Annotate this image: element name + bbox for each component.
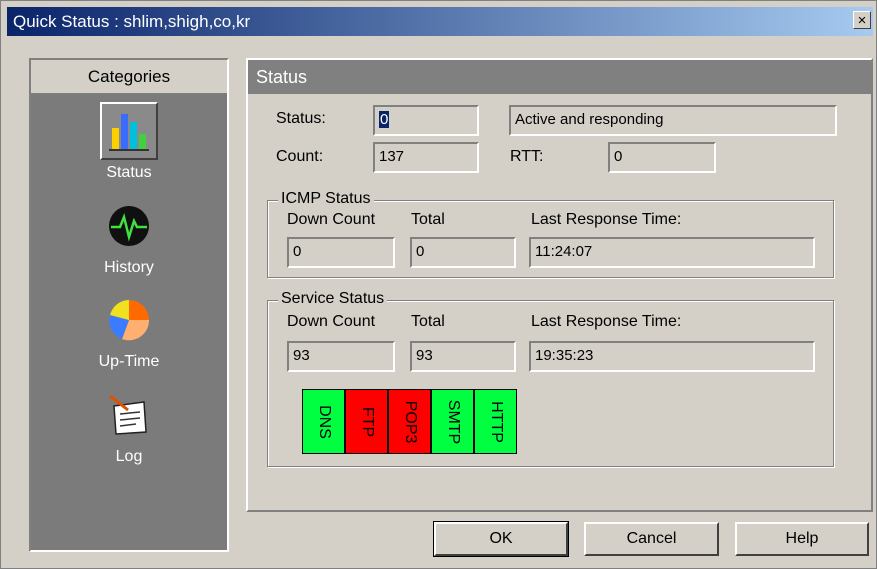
icmp-down-count-label: Down Count [287,211,376,228]
service-down-count-field[interactable]: 93 [287,341,395,372]
pie-chart-icon [100,291,158,349]
quick-status-dialog: Quick Status : shlim,shigh,co,kr × Categ… [0,0,877,569]
icmp-down-count-field[interactable]: 0 [287,237,395,268]
status-code-value: 0 [379,111,390,128]
status-code-field[interactable]: 0 [373,105,479,136]
close-button[interactable]: × [853,11,871,29]
service-total-field[interactable]: 93 [410,341,516,372]
service-tile-smtp[interactable]: SMTP [431,389,474,454]
status-text-field[interactable]: Active and responding [509,105,837,136]
service-tile-dns[interactable]: DNS [302,389,345,454]
service-last-response-field[interactable]: 19:35:23 [529,341,815,372]
category-status-label: Status [106,164,152,181]
categories-sidebar: Categories Status History Up-Time Log [29,58,229,552]
category-history[interactable]: History [31,197,227,277]
count-label: Count: [276,148,324,165]
service-name: POP3 [401,400,419,443]
category-up-time-label: Up-Time [98,353,160,370]
category-log[interactable]: Log [31,386,227,466]
icmp-last-response-label: Last Response Time: [531,211,682,228]
help-button[interactable]: Help [735,522,869,556]
cancel-button[interactable]: Cancel [584,522,719,556]
category-status[interactable]: Status [31,102,227,182]
category-up-time[interactable]: Up-Time [31,291,227,371]
service-status-title: Service Status [278,290,388,308]
window-title: Quick Status : shlim,shigh,co,kr [13,12,251,31]
service-total-label: Total [411,313,445,330]
notepad-icon [100,386,158,444]
icmp-total-label: Total [411,211,445,228]
title-bar: Quick Status : shlim,shigh,co,kr × [7,7,873,36]
service-name: SMTP [444,399,462,444]
service-name: HTTP [487,400,505,443]
panel-title: Status [248,60,871,94]
category-log-label: Log [115,448,143,465]
categories-header: Categories [31,60,227,94]
category-history-label: History [104,259,154,276]
heartbeat-icon [100,197,158,255]
ok-button[interactable]: OK [433,521,569,557]
rtt-field[interactable]: 0 [608,142,716,173]
service-down-count-label: Down Count [287,313,376,330]
icmp-total-field[interactable]: 0 [410,237,516,268]
service-tile-pop3[interactable]: POP3 [388,389,431,454]
service-name: FTP [358,406,376,437]
service-tile-http[interactable]: HTTP [474,389,517,454]
icmp-status-title: ICMP Status [278,190,374,208]
service-name: DNS [315,404,333,439]
icmp-last-response-field[interactable]: 11:24:07 [529,237,815,268]
bar-chart-icon [100,102,158,160]
rtt-label: RTT: [510,148,544,165]
service-last-response-label: Last Response Time: [531,313,682,330]
service-tile-ftp[interactable]: FTP [345,389,388,454]
status-label: Status: [276,110,326,127]
count-field[interactable]: 137 [373,142,479,173]
